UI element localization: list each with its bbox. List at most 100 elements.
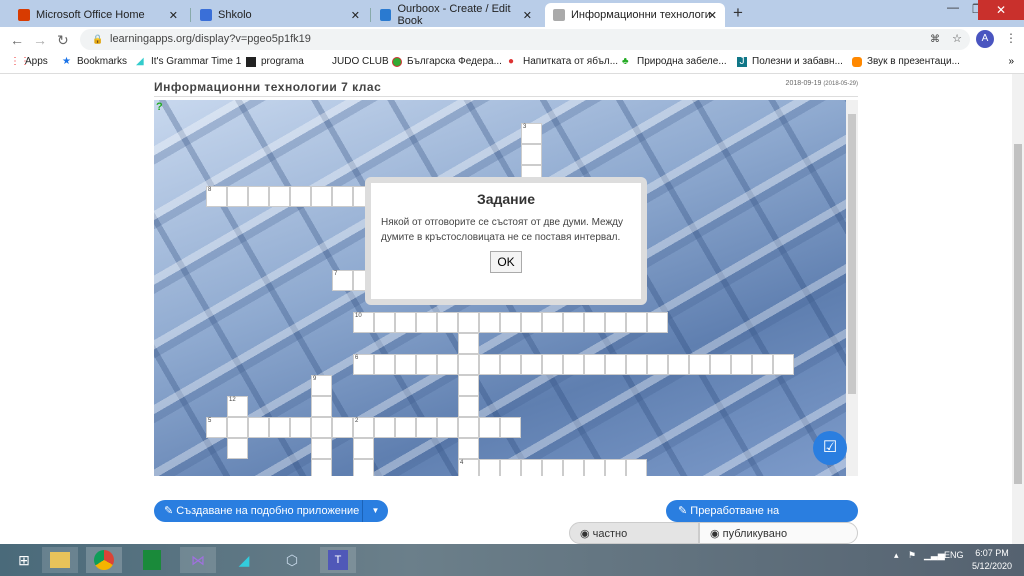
bookmark-apple[interactable]: ● Напитката от ябъл... bbox=[508, 56, 618, 67]
crossword-cell[interactable] bbox=[626, 312, 647, 333]
crossword-cell[interactable]: 8 bbox=[206, 186, 227, 207]
crossword-cell[interactable] bbox=[269, 186, 290, 207]
crossword-cell[interactable] bbox=[563, 459, 584, 476]
profile-avatar[interactable]: A bbox=[976, 30, 994, 48]
tab-learningapps[interactable]: Информационни технологии 7 к✕ bbox=[545, 3, 725, 27]
new-tab-button[interactable]: + bbox=[733, 3, 743, 23]
check-answers-button[interactable]: ☑ bbox=[813, 431, 847, 465]
crossword-cell[interactable] bbox=[542, 312, 563, 333]
crossword-cell[interactable] bbox=[710, 354, 731, 375]
crossword-cell[interactable] bbox=[416, 417, 437, 438]
ok-button[interactable]: OK bbox=[490, 251, 522, 273]
close-tab-icon[interactable]: ✕ bbox=[708, 9, 717, 22]
crossword-cell[interactable] bbox=[374, 354, 395, 375]
crossword-cell[interactable] bbox=[248, 186, 269, 207]
crossword-cell[interactable] bbox=[290, 186, 311, 207]
tab-office[interactable]: Microsoft Office Home ✕ bbox=[10, 3, 186, 27]
crossword-cell[interactable] bbox=[773, 354, 794, 375]
crossword-cell[interactable] bbox=[311, 417, 332, 438]
crossword-cell[interactable] bbox=[542, 459, 563, 476]
crossword-cell[interactable] bbox=[626, 459, 647, 476]
crossword-cell[interactable] bbox=[395, 354, 416, 375]
translate-icon[interactable]: ⌘ bbox=[930, 29, 940, 50]
crossword-cell[interactable] bbox=[479, 354, 500, 375]
crossword-cell[interactable] bbox=[311, 186, 332, 207]
crossword-cell[interactable] bbox=[500, 312, 521, 333]
crossword-cell[interactable] bbox=[500, 354, 521, 375]
crossword-cell[interactable] bbox=[332, 186, 353, 207]
crossword-cell[interactable]: 12 bbox=[227, 396, 248, 417]
crossword-cell[interactable] bbox=[311, 459, 332, 476]
crossword-cell[interactable] bbox=[437, 354, 458, 375]
tab-shkolo[interactable]: Shkolo ✕ bbox=[192, 3, 368, 27]
app-scrollbar[interactable] bbox=[846, 100, 858, 476]
bookmark-star-icon[interactable]: ☆ bbox=[952, 29, 962, 50]
teams-icon[interactable]: T bbox=[320, 547, 356, 573]
bookmark-grammar[interactable]: ◢ It's Grammar Time 1 bbox=[136, 56, 241, 67]
page-scrollbar[interactable] bbox=[1012, 74, 1024, 544]
bookmark-bookmarks[interactable]: ★ Bookmarks bbox=[62, 56, 127, 67]
address-bar[interactable]: 🔒 learningapps.org/display?v=pgeo5p1fk19… bbox=[80, 29, 970, 50]
app-cube-icon[interactable]: ⬡ bbox=[274, 547, 310, 573]
paper-plane-icon[interactable]: ◢ bbox=[226, 547, 262, 573]
crossword-cell[interactable] bbox=[584, 354, 605, 375]
crossword-cell[interactable]: 7 bbox=[332, 270, 353, 291]
crossword-cell[interactable] bbox=[227, 417, 248, 438]
crossword-cell[interactable] bbox=[584, 459, 605, 476]
crossword-cell[interactable] bbox=[605, 354, 626, 375]
bookmark-sound[interactable]: Звук в презентаци... bbox=[852, 56, 960, 67]
crossword-cell[interactable]: 2 bbox=[353, 417, 374, 438]
crossword-cell[interactable] bbox=[689, 354, 710, 375]
crossword-cell[interactable] bbox=[227, 438, 248, 459]
crossword-cell[interactable] bbox=[458, 438, 479, 459]
crossword-cell[interactable] bbox=[500, 417, 521, 438]
crossword-cell[interactable] bbox=[563, 312, 584, 333]
language-indicator[interactable]: ENG bbox=[944, 550, 964, 560]
crossword-cell[interactable] bbox=[458, 375, 479, 396]
crossword-cell[interactable] bbox=[479, 312, 500, 333]
close-tab-icon[interactable]: ✕ bbox=[351, 9, 360, 22]
crossword-cell[interactable] bbox=[395, 312, 416, 333]
crossword-cell[interactable]: 3 bbox=[521, 123, 542, 144]
bookmark-programa[interactable]: programa bbox=[246, 56, 304, 67]
visual-studio-icon[interactable]: ⋈ bbox=[180, 547, 216, 573]
crossword-cell[interactable] bbox=[332, 417, 353, 438]
crossword-cell[interactable] bbox=[458, 396, 479, 417]
crossword-cell[interactable]: 5 bbox=[206, 417, 227, 438]
crossword-cell[interactable] bbox=[563, 354, 584, 375]
crossword-cell[interactable] bbox=[752, 354, 773, 375]
crossword-cell[interactable] bbox=[353, 438, 374, 459]
crossword-cell[interactable] bbox=[500, 459, 521, 476]
crossword-cell[interactable] bbox=[311, 396, 332, 417]
close-tab-icon[interactable]: ✕ bbox=[523, 9, 532, 22]
file-explorer-icon[interactable] bbox=[42, 547, 78, 573]
bookmark-nature[interactable]: ♣ Природна забеле... bbox=[622, 56, 727, 67]
crossword-cell[interactable] bbox=[248, 417, 269, 438]
crossword-cell[interactable]: 6 bbox=[353, 354, 374, 375]
crossword-cell[interactable] bbox=[521, 312, 542, 333]
clock[interactable]: 6:07 PM 5/12/2020 bbox=[972, 547, 1012, 573]
close-window-button[interactable]: ✕ bbox=[978, 0, 1024, 20]
bookmark-judo[interactable]: JUDO CLUB bbox=[332, 56, 389, 67]
crossword-cell[interactable] bbox=[647, 312, 668, 333]
chrome-icon[interactable] bbox=[86, 547, 122, 573]
forward-icon[interactable]: → bbox=[33, 32, 47, 48]
bookmark-federation[interactable]: Българска Федера... bbox=[392, 56, 502, 67]
crossword-cell[interactable] bbox=[395, 417, 416, 438]
crossword-cell[interactable] bbox=[227, 186, 248, 207]
crossword-cell[interactable] bbox=[311, 438, 332, 459]
crossword-cell[interactable] bbox=[458, 417, 479, 438]
more-bookmarks-icon[interactable]: » bbox=[1008, 56, 1014, 67]
crossword-cell[interactable] bbox=[605, 459, 626, 476]
crossword-cell[interactable] bbox=[584, 312, 605, 333]
minimize-button[interactable]: — bbox=[947, 0, 959, 14]
crossword-cell[interactable] bbox=[668, 354, 689, 375]
network-icon[interactable]: ▁▃▅ bbox=[924, 550, 945, 561]
crossword-cell[interactable] bbox=[374, 417, 395, 438]
back-icon[interactable]: ← bbox=[10, 32, 24, 48]
crossword-cell[interactable] bbox=[521, 459, 542, 476]
crossword-cell[interactable] bbox=[605, 312, 626, 333]
close-tab-icon[interactable]: ✕ bbox=[169, 9, 178, 22]
crossword-cell[interactable] bbox=[437, 312, 458, 333]
crossword-cell[interactable] bbox=[269, 417, 290, 438]
